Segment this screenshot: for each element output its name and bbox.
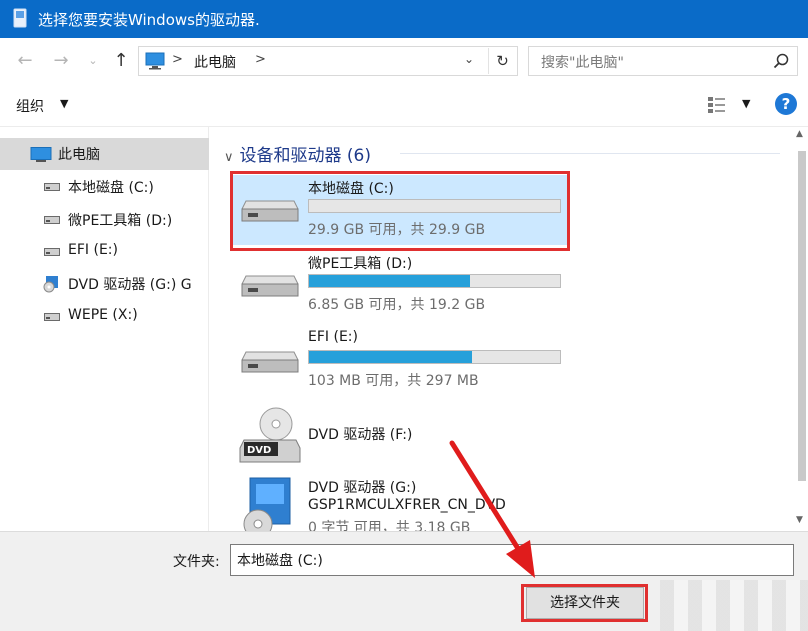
organize-button[interactable]: 组织 <box>16 96 44 116</box>
sidebar-item-dvd-g[interactable]: DVD 驱动器 (G:) G <box>0 268 209 300</box>
folder-label: 文件夹: <box>173 554 220 570</box>
help-icon[interactable]: ? <box>775 93 797 115</box>
sidebar-item-this-pc[interactable]: 此电脑 <box>0 138 209 170</box>
drive-icon <box>44 248 60 256</box>
scrollbar-thumb[interactable] <box>798 151 806 481</box>
highlight-box-drive-c <box>230 171 570 251</box>
title-bar: 选择您要安装Windows的驱动器. <box>0 0 808 38</box>
app-icon <box>13 8 27 28</box>
drive-icon <box>44 216 60 224</box>
drive-tile-dvd-f[interactable]: DVD DVD 驱动器 (F:) <box>232 404 570 472</box>
search-icon[interactable] <box>773 53 789 69</box>
highlight-box-select-button <box>521 584 648 622</box>
capacity-bar <box>308 350 561 364</box>
folder-footer: 文件夹: 本地磁盘 (C:) 选择文件夹 <box>0 531 808 631</box>
drive-tile-e[interactable]: EFI (E:) 103 MB 可用，共 297 MB <box>232 326 570 396</box>
computer-icon <box>30 147 52 162</box>
computer-icon <box>145 52 165 70</box>
drive-free-space: 103 MB 可用，共 297 MB <box>308 373 479 389</box>
vertical-scrollbar[interactable]: ▲ ▼ <box>795 127 808 531</box>
capacity-fill <box>309 275 470 287</box>
organize-caret-icon[interactable]: ▼ <box>60 97 68 110</box>
sidebar-item-label: EFI (E:) <box>68 242 118 258</box>
search-input[interactable]: 搜索"此电脑" <box>528 46 798 76</box>
address-dropdown-icon[interactable]: ⌄ <box>464 52 474 66</box>
view-options-icon[interactable] <box>707 96 727 114</box>
sidebar-item-label: 本地磁盘 (C:) <box>68 180 154 196</box>
drive-tile-d[interactable]: 微PE工具箱 (D:) 6.85 GB 可用，共 19.2 GB <box>232 250 570 320</box>
drive-free-space: 0 字节 可用，共 3.18 GB <box>308 520 471 531</box>
dvd-setup-icon <box>243 477 291 531</box>
hard-drive-icon <box>241 275 299 297</box>
refresh-icon[interactable]: ↻ <box>488 48 516 74</box>
drive-name: EFI (E:) <box>308 329 358 345</box>
drive-icon <box>44 183 60 191</box>
drive-free-space: 6.85 GB 可用，共 19.2 GB <box>308 297 486 313</box>
blurred-region <box>660 580 808 631</box>
group-divider <box>400 153 780 154</box>
breadcrumb-separator[interactable]: > <box>255 52 266 67</box>
sidebar-item-drive-e[interactable]: EFI (E:) <box>0 236 209 268</box>
hard-drive-icon <box>241 351 299 373</box>
forward-arrow-icon[interactable]: → <box>50 50 72 72</box>
search-placeholder: 搜索"此电脑" <box>541 55 624 71</box>
scroll-up-icon[interactable]: ▲ <box>796 129 803 139</box>
window-title: 选择您要安装Windows的驱动器. <box>38 11 260 29</box>
drive-name: 微PE工具箱 (D:) <box>308 256 413 272</box>
sidebar-item-label: DVD 驱动器 (G:) G <box>68 277 192 293</box>
sidebar-item-label: 微PE工具箱 (D:) <box>68 213 173 229</box>
address-row: ← → ⌄ ↑ > 此电脑 > ⌄ ↻ 搜索"此电脑" <box>0 38 808 85</box>
dvd-setup-icon <box>43 276 58 293</box>
drive-name: DVD 驱动器 (G:) <box>308 480 417 496</box>
dvd-drive-icon: DVD <box>239 407 301 463</box>
sidebar-item-label: 此电脑 <box>58 147 100 163</box>
capacity-bar <box>308 274 561 288</box>
back-arrow-icon[interactable]: ← <box>14 50 36 72</box>
sidebar-item-drive-c[interactable]: 本地磁盘 (C:) <box>0 171 209 203</box>
sidebar-item-label: WEPE (X:) <box>68 307 138 323</box>
content-pane: ∨ 设备和驱动器 (6) 本地磁盘 (C:) 29.9 GB 可用，共 29.9 … <box>210 127 794 531</box>
sidebar-item-drive-d[interactable]: 微PE工具箱 (D:) <box>0 204 209 236</box>
drive-volume-label: GSP1RMCULXFRER_CN_DVD <box>308 497 506 513</box>
breadcrumb-separator: > <box>172 52 183 67</box>
navigation-pane: 此电脑 本地磁盘 (C:) 微PE工具箱 (D:) EFI (E:) DVD 驱… <box>0 127 209 531</box>
recent-locations-chevron-icon[interactable]: ⌄ <box>82 50 104 72</box>
svg-text:DVD: DVD <box>247 445 271 456</box>
collapse-chevron-icon[interactable]: ∨ <box>224 150 234 165</box>
sidebar-item-drive-x[interactable]: WEPE (X:) <box>0 301 209 333</box>
folder-input[interactable]: 本地磁盘 (C:) <box>230 544 794 576</box>
group-title: 设备和驱动器 (6) <box>239 146 371 166</box>
drive-name: DVD 驱动器 (F:) <box>308 427 413 443</box>
up-arrow-icon[interactable]: ↑ <box>110 50 132 72</box>
drive-icon <box>44 313 60 321</box>
group-header[interactable]: ∨ 设备和驱动器 (6) <box>224 141 371 166</box>
view-caret-icon[interactable]: ▼ <box>742 97 750 110</box>
address-field[interactable]: > 此电脑 > ⌄ ↻ <box>138 46 518 76</box>
scroll-down-icon[interactable]: ▼ <box>796 515 803 525</box>
command-bar: 组织 ▼ ▼ ? <box>0 85 808 127</box>
capacity-fill <box>309 351 473 363</box>
breadcrumb-this-pc[interactable]: 此电脑 <box>194 52 236 72</box>
drive-tile-dvd-g[interactable]: DVD 驱动器 (G:) GSP1RMCULXFRER_CN_DVD 0 字节 … <box>232 476 570 531</box>
